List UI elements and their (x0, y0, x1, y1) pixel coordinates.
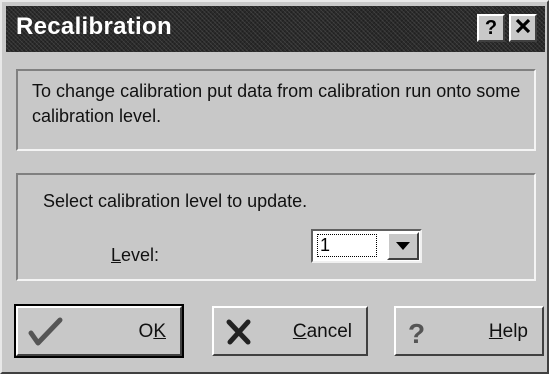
ok-label-pre: O (138, 321, 154, 342)
help-label-rest: elp (502, 321, 528, 342)
level-label: Level: (111, 245, 159, 266)
cancel-label-mnemonic: C (292, 321, 307, 342)
titlebar-help-button[interactable]: ? (477, 14, 505, 42)
window-title: Recalibration (16, 13, 172, 40)
recalibration-dialog: Recalibration ? To change calibration pu… (0, 0, 549, 374)
title-bar[interactable]: Recalibration ? (6, 6, 545, 52)
svg-text:?: ? (408, 318, 425, 349)
level-label-rest: evel: (121, 245, 160, 265)
level-combobox-value: 1 (317, 234, 377, 257)
level-group: Select calibration level to update. Leve… (16, 173, 536, 281)
info-text: To change calibration put data from cali… (32, 81, 521, 126)
cancel-label-rest: ancel (306, 321, 352, 342)
help-button[interactable]: ? Help (394, 306, 544, 356)
help-button-label: Help (489, 321, 528, 343)
level-label-mnemonic: L (111, 245, 122, 265)
question-icon: ? (484, 17, 498, 39)
ok-label-mnemonic: K (153, 321, 166, 342)
info-panel: To change calibration put data from cali… (16, 69, 536, 151)
cancel-button-label: Cancel (293, 321, 352, 343)
level-prompt: Select calibration level to update. (43, 191, 308, 211)
cancel-button[interactable]: Cancel (212, 306, 368, 356)
titlebar-close-button[interactable] (509, 14, 537, 42)
close-icon (515, 18, 531, 38)
checkmark-icon (28, 317, 64, 352)
chevron-down-icon (396, 242, 410, 250)
level-combobox[interactable]: 1 (311, 229, 422, 263)
help-label-mnemonic: H (488, 321, 503, 342)
question-icon: ? (406, 317, 430, 354)
ok-button-label: OK (139, 321, 166, 343)
ok-button[interactable]: OK (14, 304, 184, 358)
level-dropdown-button[interactable] (387, 232, 419, 260)
x-mark-icon (224, 317, 254, 352)
